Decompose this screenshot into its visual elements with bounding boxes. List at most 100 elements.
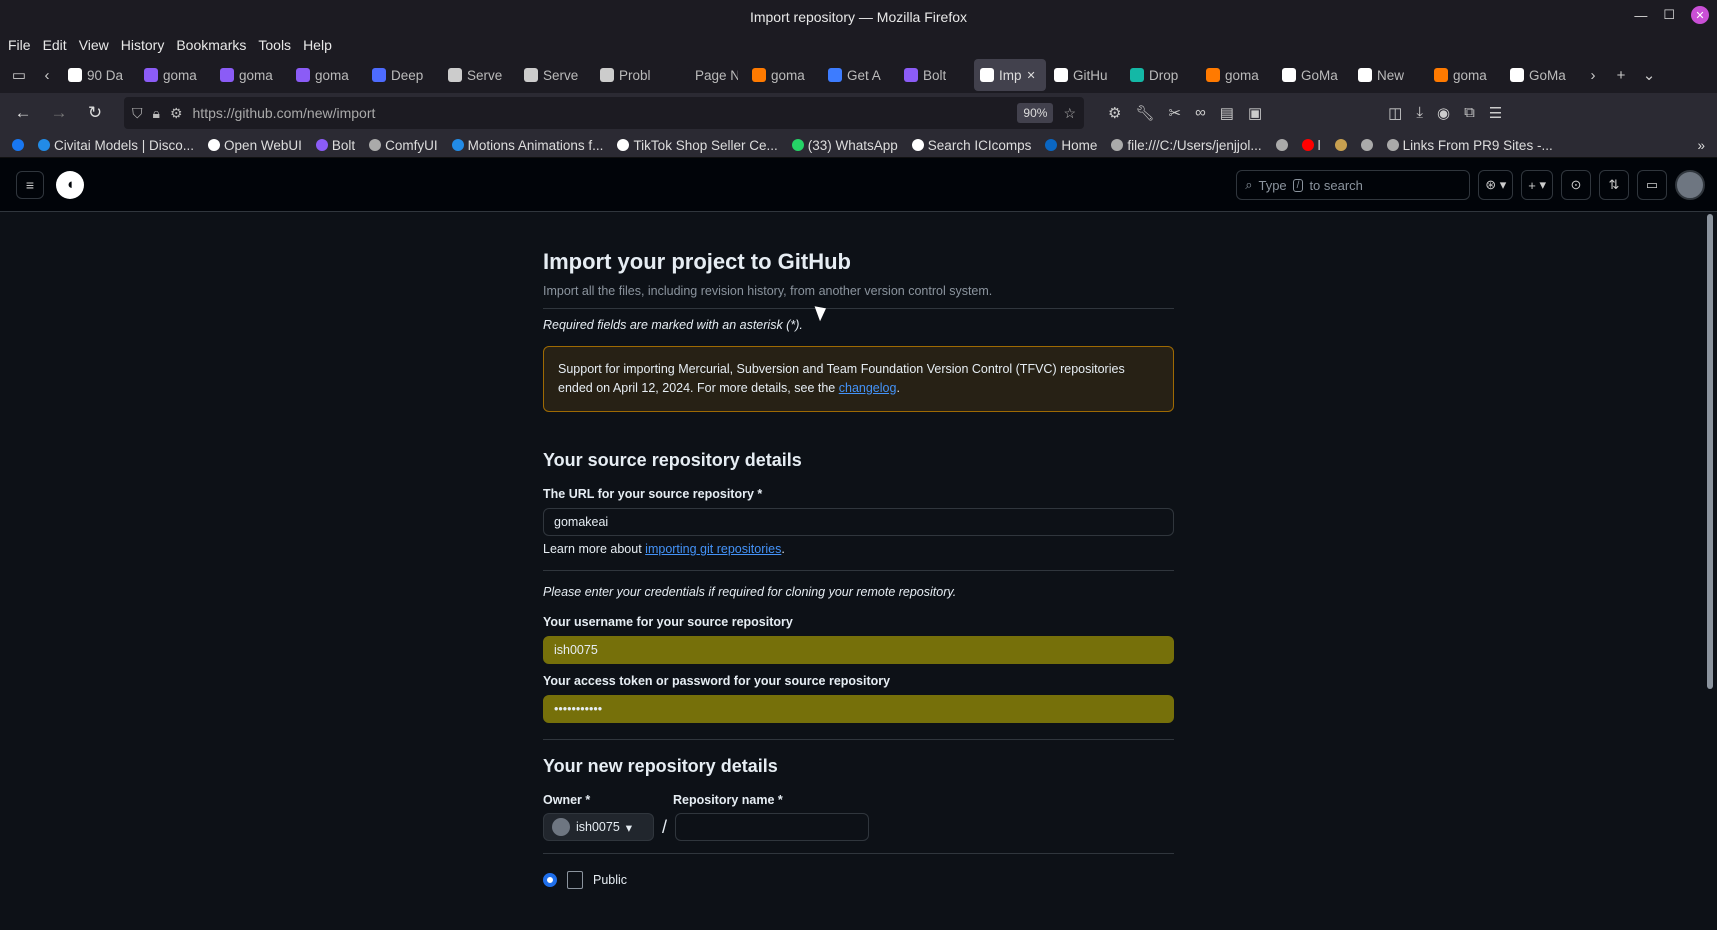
tab-overview-icon[interactable]: ▭ bbox=[6, 66, 32, 84]
tab-0[interactable]: 90 Da bbox=[62, 59, 136, 91]
bookmark-1[interactable]: Civitai Models | Disco... bbox=[38, 138, 194, 153]
inbox-icon[interactable]: ▭ bbox=[1637, 170, 1667, 200]
tab-14[interactable]: Drop bbox=[1124, 59, 1198, 91]
tab-6[interactable]: Serve bbox=[518, 59, 592, 91]
importing-git-link[interactable]: importing git repositories bbox=[645, 542, 781, 556]
bookmark-2[interactable]: Open WebUI bbox=[208, 138, 302, 153]
bookmark-7[interactable]: (33) WhatsApp bbox=[791, 137, 898, 153]
settings-icon[interactable]: ⚙ bbox=[1108, 104, 1121, 122]
tab-scroll-right-icon[interactable]: › bbox=[1580, 67, 1606, 84]
owner-select[interactable]: ish0075 ▾ bbox=[543, 813, 654, 841]
import-form: Import your project to GitHub Import all… bbox=[543, 212, 1174, 889]
civitai-icon bbox=[451, 139, 464, 151]
permissions-icon[interactable]: ⚙︎ bbox=[170, 105, 183, 122]
bookmark-10[interactable]: file:///C:/Users/jenjjol... bbox=[1111, 138, 1262, 153]
minimize-icon[interactable]: — bbox=[1634, 8, 1647, 23]
menu-bookmarks[interactable]: Bookmarks bbox=[176, 37, 246, 53]
bookmark-14[interactable] bbox=[1360, 139, 1373, 151]
github-search-input[interactable]: ⌕ Type / to search bbox=[1236, 170, 1471, 200]
menu-file[interactable]: File bbox=[8, 37, 31, 53]
bookmarks-overflow-icon[interactable]: » bbox=[1697, 138, 1705, 153]
maximize-icon[interactable]: ☐ bbox=[1663, 7, 1675, 23]
bookmark-6[interactable]: TikTok Shop Seller Ce... bbox=[617, 138, 778, 153]
tab-label: Probl bbox=[619, 67, 651, 83]
tab-scroll-left-icon[interactable]: ‹ bbox=[34, 67, 60, 84]
tab-16[interactable]: GoMa bbox=[1276, 59, 1350, 91]
public-radio[interactable] bbox=[543, 873, 557, 887]
shield-icon[interactable]: ⛉ bbox=[132, 105, 143, 122]
copilot-button[interactable]: ⊛ ▾ bbox=[1478, 170, 1514, 200]
close-icon[interactable]: ✕ bbox=[1691, 6, 1709, 24]
bookmark-11[interactable] bbox=[1275, 139, 1288, 151]
visibility-public-option[interactable]: Public bbox=[543, 871, 1174, 889]
forward-icon[interactable]: → bbox=[44, 103, 74, 123]
bookmark-0[interactable] bbox=[12, 139, 24, 151]
menu-help[interactable]: Help bbox=[303, 37, 332, 53]
tab-4[interactable]: Deep bbox=[366, 59, 440, 91]
tab-label: goma bbox=[771, 67, 805, 83]
lock-icon[interactable]: 🔒︎ bbox=[153, 105, 160, 122]
bookmark-8[interactable]: Search ICIcomps bbox=[911, 138, 1031, 153]
bookmark-12[interactable]: l bbox=[1301, 138, 1321, 153]
source-url-input[interactable]: gomakeai bbox=[543, 508, 1174, 536]
menu-history[interactable]: History bbox=[121, 37, 165, 53]
tab-18[interactable]: goma bbox=[1428, 59, 1502, 91]
bookmark-3[interactable]: Bolt bbox=[315, 138, 355, 153]
bookmark-15[interactable]: Links From PR9 Sites -... bbox=[1386, 138, 1553, 153]
tab-12[interactable]: Imp ✕ bbox=[974, 59, 1046, 91]
account-icon[interactable]: ◉ bbox=[1437, 104, 1450, 122]
reload-icon[interactable]: ↻ bbox=[80, 103, 110, 123]
changelog-link[interactable]: changelog bbox=[839, 381, 897, 395]
bookmark-star-icon[interactable]: ☆ bbox=[1063, 105, 1076, 122]
pocket-icon[interactable]: ◫ bbox=[1388, 104, 1402, 122]
tab-5[interactable]: Serve bbox=[442, 59, 516, 91]
zoom-indicator[interactable]: 90% bbox=[1017, 103, 1054, 123]
close-tab-icon[interactable]: ✕ bbox=[1027, 69, 1036, 82]
folder-icon[interactable]: ▤ bbox=[1220, 104, 1234, 122]
bookmark-13[interactable] bbox=[1334, 139, 1347, 151]
tab-13[interactable]: GitHu bbox=[1048, 59, 1122, 91]
extensions-icon[interactable]: ⧉ bbox=[1464, 104, 1475, 122]
user-avatar[interactable] bbox=[1675, 170, 1705, 200]
repository-name-input[interactable] bbox=[675, 813, 870, 841]
tab-10[interactable]: Get A bbox=[822, 59, 896, 91]
bookmark-9[interactable]: Home bbox=[1045, 138, 1097, 153]
bookmark-label: (33) WhatsApp bbox=[807, 137, 898, 153]
tab-19[interactable]: GoMa bbox=[1504, 59, 1578, 91]
pull-requests-icon[interactable]: ⇅ bbox=[1599, 170, 1629, 200]
menu-view[interactable]: View bbox=[79, 37, 109, 53]
tab-7[interactable]: Probl bbox=[594, 59, 668, 91]
wrench-icon[interactable]: 🔧︎ bbox=[1135, 104, 1154, 122]
tab-9[interactable]: goma bbox=[746, 59, 820, 91]
url-bar[interactable]: ⛉ 🔒︎ ⚙︎ https://github.com/new/import 90… bbox=[124, 97, 1084, 129]
tab-8[interactable]: Page Not bbox=[670, 59, 744, 91]
menu-edit[interactable]: Edit bbox=[43, 37, 67, 53]
app-menu-icon[interactable]: ☰ bbox=[1489, 104, 1502, 122]
download-icon[interactable]: ⤓ bbox=[1416, 104, 1423, 122]
token-input[interactable]: ••••••••••• bbox=[543, 695, 1174, 723]
new-tab-icon[interactable]: + bbox=[1608, 67, 1634, 84]
tab-17[interactable]: New bbox=[1352, 59, 1426, 91]
page-scrollbar[interactable] bbox=[1707, 214, 1713, 689]
bookmark-4[interactable]: ComfyUI bbox=[369, 138, 438, 153]
back-icon[interactable]: ← bbox=[8, 103, 38, 123]
menu-tools[interactable]: Tools bbox=[258, 37, 291, 53]
github-logo-icon[interactable]: ◖ bbox=[56, 170, 84, 199]
mask-icon[interactable]: ∞ bbox=[1195, 104, 1206, 122]
folder2-icon[interactable]: ▣ bbox=[1248, 104, 1262, 122]
issues-icon[interactable]: ⊙ bbox=[1561, 170, 1591, 200]
url-text[interactable]: https://github.com/new/import bbox=[193, 105, 1008, 121]
tab-15[interactable]: goma bbox=[1200, 59, 1274, 91]
screenshot-icon[interactable]: ✂ bbox=[1169, 104, 1182, 122]
hamburger-menu-icon[interactable]: ≡ bbox=[16, 170, 44, 199]
username-input[interactable]: ish0075 bbox=[543, 636, 1174, 664]
tab-2[interactable]: goma bbox=[214, 59, 288, 91]
globe-icon bbox=[1360, 139, 1373, 151]
tab-3[interactable]: goma bbox=[290, 59, 364, 91]
tab-1[interactable]: goma bbox=[138, 59, 212, 91]
create-new-button[interactable]: + ▾ bbox=[1521, 170, 1553, 200]
list-tabs-icon[interactable]: ⌄ bbox=[1636, 66, 1662, 84]
tab-11[interactable]: Bolt bbox=[898, 59, 972, 91]
bookmark-5[interactable]: Motions Animations f... bbox=[451, 138, 603, 153]
info-icon bbox=[524, 68, 538, 82]
